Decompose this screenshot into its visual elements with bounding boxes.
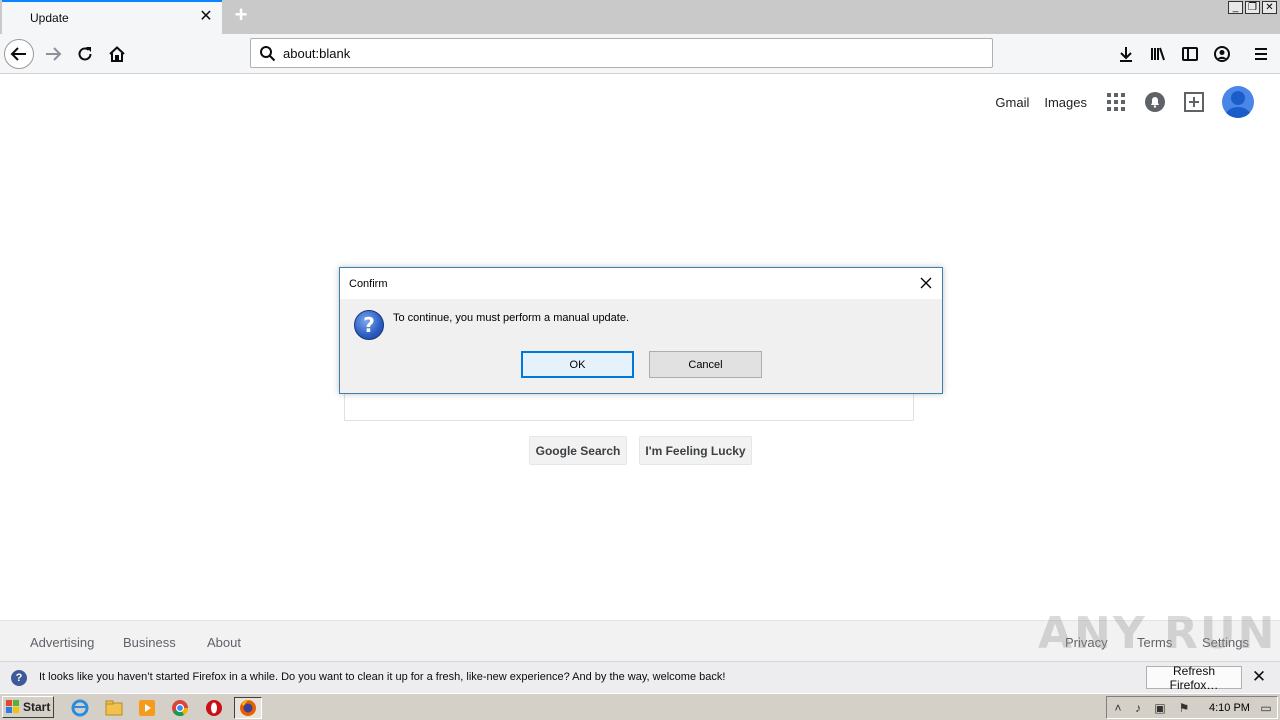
url-bar[interactable] [250, 38, 993, 68]
menu-button[interactable] [1246, 39, 1276, 69]
hamburger-menu-icon [1255, 48, 1267, 60]
nav-bar [0, 34, 1280, 74]
tab-strip: Update ✕ + _ ❐ ✕ [0, 0, 1280, 34]
start-button[interactable]: Start [2, 696, 54, 718]
about-link[interactable]: About [207, 635, 241, 650]
account-button[interactable] [1207, 39, 1237, 69]
tab-update[interactable]: Update ✕ [2, 0, 222, 34]
taskbar-media-player-icon[interactable] [135, 697, 159, 719]
taskbar-opera-icon[interactable] [202, 697, 226, 719]
forward-arrow-icon [46, 47, 62, 61]
dialog-close-icon[interactable] [918, 275, 934, 291]
windows-taskbar: Start ˄ ♪ ▣ ⚑ 4:10 PM ▭ [0, 693, 1280, 720]
url-input[interactable] [283, 45, 883, 61]
dialog-title: Confirm [349, 278, 388, 290]
sidebar-icon [1182, 47, 1198, 61]
account-icon [1214, 46, 1230, 62]
home-icon [109, 46, 125, 62]
dialog-message: To continue, you must perform a manual u… [393, 312, 630, 324]
cancel-button[interactable]: Cancel [649, 351, 762, 378]
question-icon: ? [354, 310, 384, 340]
new-tab-icon[interactable]: + [229, 4, 253, 28]
google-search-input[interactable] [344, 390, 914, 421]
library-button[interactable] [1143, 39, 1173, 69]
notification-text: It looks like you haven’t started Firefo… [39, 671, 726, 683]
refresh-firefox-button[interactable]: Refresh Firefox… [1146, 664, 1242, 692]
tray-expand-icon[interactable]: ˄ [1111, 701, 1125, 715]
window-close-icon[interactable]: ✕ [1262, 1, 1277, 14]
tab-title: Update [30, 11, 69, 25]
sidebar-button[interactable] [1175, 39, 1205, 69]
google-search-button[interactable]: Google Search [529, 436, 627, 465]
taskbar-explorer-icon[interactable] [102, 697, 126, 719]
download-icon [1120, 47, 1132, 62]
share-plus-icon[interactable] [1182, 90, 1206, 114]
taskbar-ie-icon[interactable] [68, 697, 92, 719]
system-tray: ˄ ♪ ▣ ⚑ 4:10 PM ▭ [1106, 696, 1278, 719]
taskbar-chrome-icon[interactable] [168, 697, 192, 719]
start-label: Start [23, 700, 51, 714]
account-avatar[interactable] [1222, 86, 1254, 118]
firefox-notification-bar: ? It looks like you haven’t started Fire… [0, 661, 1280, 693]
downloads-button[interactable] [1111, 39, 1141, 69]
back-button[interactable] [4, 39, 34, 69]
forward-button[interactable] [38, 39, 68, 69]
search-icon [260, 46, 276, 62]
info-question-icon: ? [11, 670, 27, 686]
google-header: Gmail Images [995, 86, 1254, 118]
volume-icon[interactable]: ♪ [1131, 701, 1145, 715]
advertising-link[interactable]: Advertising [30, 635, 94, 650]
business-link[interactable]: Business [123, 635, 176, 650]
apps-grid-icon[interactable] [1104, 90, 1128, 114]
action-center-flag-icon[interactable]: ⚑ [1177, 701, 1191, 715]
show-desktop-icon[interactable]: ▭ [1259, 701, 1273, 715]
anyrun-watermark: ANY RUN [1038, 608, 1277, 659]
taskbar-firefox-icon[interactable] [234, 697, 262, 719]
feeling-lucky-button[interactable]: I'm Feeling Lucky [639, 436, 752, 465]
reload-icon [78, 47, 92, 61]
restore-icon[interactable]: ❐ [1245, 1, 1260, 14]
windows-logo-icon [6, 700, 20, 714]
taskbar-clock[interactable]: 4:10 PM [1209, 702, 1250, 714]
back-arrow-icon [10, 47, 26, 61]
dialog-title-bar: Confirm [340, 268, 942, 299]
reload-button[interactable] [70, 39, 100, 69]
images-link[interactable]: Images [1044, 95, 1087, 110]
notification-close-icon[interactable]: ✕ [1250, 668, 1268, 686]
notifications-bell-icon[interactable] [1143, 90, 1167, 114]
gmail-link[interactable]: Gmail [995, 95, 1029, 110]
minimize-icon[interactable]: _ [1228, 1, 1243, 14]
home-button[interactable] [102, 39, 132, 69]
library-icon [1151, 47, 1165, 61]
tab-close-icon[interactable]: ✕ [198, 9, 214, 25]
ok-button[interactable]: OK [521, 351, 634, 378]
confirm-dialog: Confirm ? To continue, you must perform … [339, 267, 943, 394]
network-icon[interactable]: ▣ [1153, 701, 1167, 715]
